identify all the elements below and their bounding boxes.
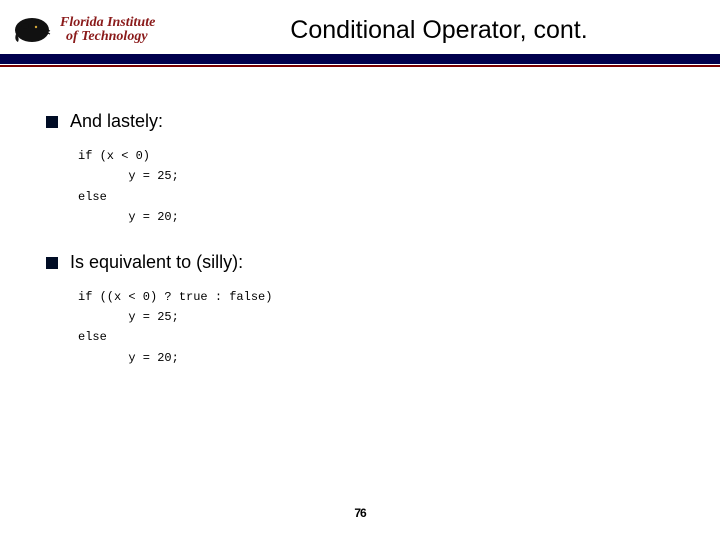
bullet-square-icon — [46, 257, 58, 269]
slide-title: Conditional Operator, cont. — [190, 16, 708, 45]
bullet-item: Is equivalent to (silly): — [46, 252, 674, 273]
logo-line-2: of Technology — [66, 30, 155, 44]
institution-logo: Florida Institute of Technology — [12, 9, 190, 51]
code-block: if ((x < 0) ? true : false) y = 25; else… — [78, 287, 674, 369]
bullet-text: Is equivalent to (silly): — [70, 252, 243, 273]
logo-text: Florida Institute of Technology — [60, 16, 155, 44]
bullet-text: And lastely: — [70, 111, 163, 132]
bullet-square-icon — [46, 116, 58, 128]
panther-icon — [12, 12, 56, 48]
logo-line-1: Florida Institute — [60, 16, 155, 30]
code-block: if (x < 0) y = 25; else y = 20; — [78, 146, 674, 228]
slide-content: And lastely: if (x < 0) y = 25; else y =… — [0, 67, 720, 368]
header-rule-thick — [0, 54, 720, 64]
page-number: 76 — [0, 506, 720, 520]
slide-header: Florida Institute of Technology Conditio… — [0, 0, 720, 54]
bullet-item: And lastely: — [46, 111, 674, 132]
slide: Florida Institute of Technology Conditio… — [0, 0, 720, 540]
